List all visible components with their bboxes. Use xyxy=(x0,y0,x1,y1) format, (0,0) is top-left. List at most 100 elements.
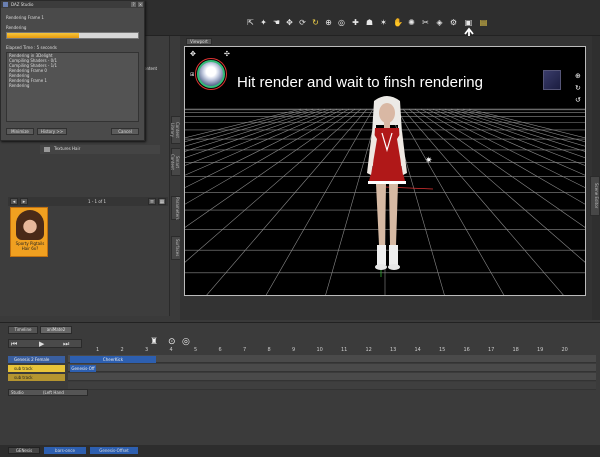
pager-count: 1 - 1 of 1 xyxy=(88,199,107,204)
clip-genesis-off[interactable]: Genesis-Off xyxy=(70,365,96,372)
figure-right-leg xyxy=(389,184,398,245)
reset-view-icon[interactable]: ↺ xyxy=(575,96,581,104)
scissors-tool-icon[interactable]: ✂ xyxy=(421,18,430,27)
list-view-icon[interactable]: ≡ xyxy=(148,198,156,205)
hand-tool-icon[interactable]: ✋ xyxy=(393,18,403,27)
track-label-figure[interactable]: Genesis 2 Female xyxy=(8,356,65,363)
select-tool-icon[interactable]: ⇱ xyxy=(246,18,255,27)
render-camera-icon[interactable]: ▣ xyxy=(464,18,473,27)
render-section-label: Rendering xyxy=(6,25,27,30)
ruler-tick-label: 18 xyxy=(512,347,519,353)
ruler-tick-label: 14 xyxy=(414,347,421,353)
figure-model[interactable] xyxy=(360,95,414,275)
forward-arrow-icon[interactable]: ▸ xyxy=(20,198,28,205)
loop-icon[interactable]: ⊙ xyxy=(168,337,176,347)
timeline-controls: ⏮ ▶ ⏭ xyxy=(8,339,82,348)
lock-render-icon[interactable]: ▤ xyxy=(479,18,488,27)
zoom-icon[interactable]: ⊕ xyxy=(575,72,581,80)
bottom-tab-genesis[interactable]: GENesis xyxy=(8,447,40,454)
minimize-button[interactable]: Minimize xyxy=(6,128,34,135)
figure-left-leg xyxy=(376,184,386,245)
bottom-tab-bars-once[interactable]: bars-once xyxy=(44,447,86,454)
render-progress-dialog: DAZ Studio ? ✕ Rendering Frame 1 Renderi… xyxy=(0,0,145,141)
key-icon[interactable]: ♜ xyxy=(150,337,158,347)
ruler-tick-label: 6 xyxy=(218,347,222,353)
view-cube-icon[interactable] xyxy=(543,70,561,90)
track-label-sub-1[interactable]: sub track xyxy=(8,365,65,372)
right-side-strip: Scene Editor xyxy=(590,36,600,320)
joint-tool-icon[interactable]: ✶ xyxy=(379,18,388,27)
track-row-sub-2[interactable] xyxy=(68,373,596,381)
camera-tool-icon[interactable]: ◎ xyxy=(337,18,346,27)
universal-tool-icon[interactable]: ✥ xyxy=(285,18,294,27)
hand-dropdown[interactable]: (Left Hand xyxy=(43,390,64,395)
track-label-sub-2[interactable]: sub track xyxy=(8,374,65,381)
side-tab-scene[interactable]: Scene Editor xyxy=(590,176,600,216)
app-icon xyxy=(3,2,8,7)
orbit-icon[interactable]: ↻ xyxy=(575,84,581,92)
pan-icon[interactable]: ✥ xyxy=(190,50,196,58)
track-row-empty xyxy=(68,382,596,390)
ruler-tick-label: 4 xyxy=(169,347,173,353)
render-progress-fill xyxy=(7,33,80,38)
render-heading: Rendering Frame 1 xyxy=(6,15,44,20)
clip-cheerkick[interactable]: CheerKick xyxy=(70,356,156,363)
render-settings-icon[interactable]: ⚙ xyxy=(449,18,458,27)
history-button[interactable]: History >> xyxy=(37,128,67,135)
ruler-tick-label: 20 xyxy=(561,347,568,353)
pose-tool-icon[interactable]: ☚ xyxy=(272,18,281,27)
dialog-close-icon[interactable]: ✕ xyxy=(138,2,143,7)
region-tool-icon[interactable]: ✚ xyxy=(351,18,360,27)
ruler-tick-label: 19 xyxy=(537,347,544,353)
figure-tool-icon[interactable]: ☗ xyxy=(365,18,374,27)
bottom-status-bar: GENesis bars-once Genesis-Offset xyxy=(0,445,600,457)
play-icon[interactable]: ▶ xyxy=(39,340,44,348)
folder-label: Textures Hair xyxy=(54,146,81,151)
ruler-tick-label: 2 xyxy=(120,347,124,353)
tab-animate2[interactable]: aniMate2 xyxy=(40,326,72,334)
dialog-titlebar[interactable]: DAZ Studio ? ✕ xyxy=(1,1,144,8)
node-select-icon[interactable]: ✦ xyxy=(259,18,268,27)
hair-thumbnail[interactable]: Sporty Pigtails Hair 6x? xyxy=(10,207,48,257)
bottom-tab-genesis-offset[interactable]: Genesis-Offset xyxy=(90,447,138,454)
content-folder-row[interactable]: Textures Hair xyxy=(40,145,160,154)
next-key-icon[interactable]: ⏭ xyxy=(63,340,69,349)
content-partial-label: ontent xyxy=(144,66,158,71)
back-arrow-icon[interactable]: ◂ xyxy=(10,198,18,205)
track-row-sub-1[interactable] xyxy=(68,364,596,372)
tab-viewport[interactable]: Viewport xyxy=(186,38,212,45)
ruler-tick-label: 7 xyxy=(243,347,247,353)
ruler-tick-label: 16 xyxy=(463,347,470,353)
thumbnail-image xyxy=(16,210,44,240)
ruler-tick-label: 10 xyxy=(316,347,323,353)
ruler-tick-label: 1 xyxy=(96,347,100,353)
elapsed-time: Elapsed Time : 5 seconds xyxy=(6,45,57,50)
tab-timeline[interactable]: Timeline xyxy=(8,326,38,334)
rotate-tool-icon[interactable]: ⟳ xyxy=(298,18,307,27)
prev-key-icon[interactable]: ⏮ xyxy=(11,340,17,349)
grid-view-icon[interactable]: ▦ xyxy=(158,198,166,205)
scale-tool-icon[interactable]: ⊕ xyxy=(324,18,333,27)
light-gizmo-icon[interactable]: ✷ xyxy=(425,156,433,166)
thumbnail-label: Sporty Pigtails Hair 6x? xyxy=(15,241,45,251)
frame-icon[interactable]: ⊞ xyxy=(190,72,194,78)
ruler-tick-label: 12 xyxy=(365,347,372,353)
navigation-ball-icon[interactable] xyxy=(197,60,225,88)
spot-tool-icon[interactable]: ✺ xyxy=(407,18,416,27)
translate-tool-icon[interactable]: ↻ xyxy=(311,18,320,27)
dialog-help-icon[interactable]: ? xyxy=(131,2,136,7)
ruler-tick-label: 17 xyxy=(488,347,495,353)
ruler-tick-label: 5 xyxy=(194,347,198,353)
rotate-view-icon[interactable]: ✣ xyxy=(224,50,230,58)
render-annotation: Hit render and wait to finsh rendering xyxy=(237,74,483,91)
dialog-title: DAZ Studio xyxy=(11,2,34,7)
ruler-tick-label: 11 xyxy=(341,347,348,353)
geometry-tool-icon[interactable]: ◈ xyxy=(435,18,444,27)
render-log: Rendering in 3Delight Compiling Shaders -… xyxy=(6,52,139,122)
settings-icon[interactable]: ◎ xyxy=(182,337,190,347)
cancel-button[interactable]: Cancel xyxy=(111,128,139,135)
log-line: Rendering xyxy=(9,83,30,88)
ruler-tick-label: 3 xyxy=(145,347,149,353)
footer-label: Studio xyxy=(11,390,24,395)
footer-bar: Studio (Left Hand xyxy=(8,389,88,396)
